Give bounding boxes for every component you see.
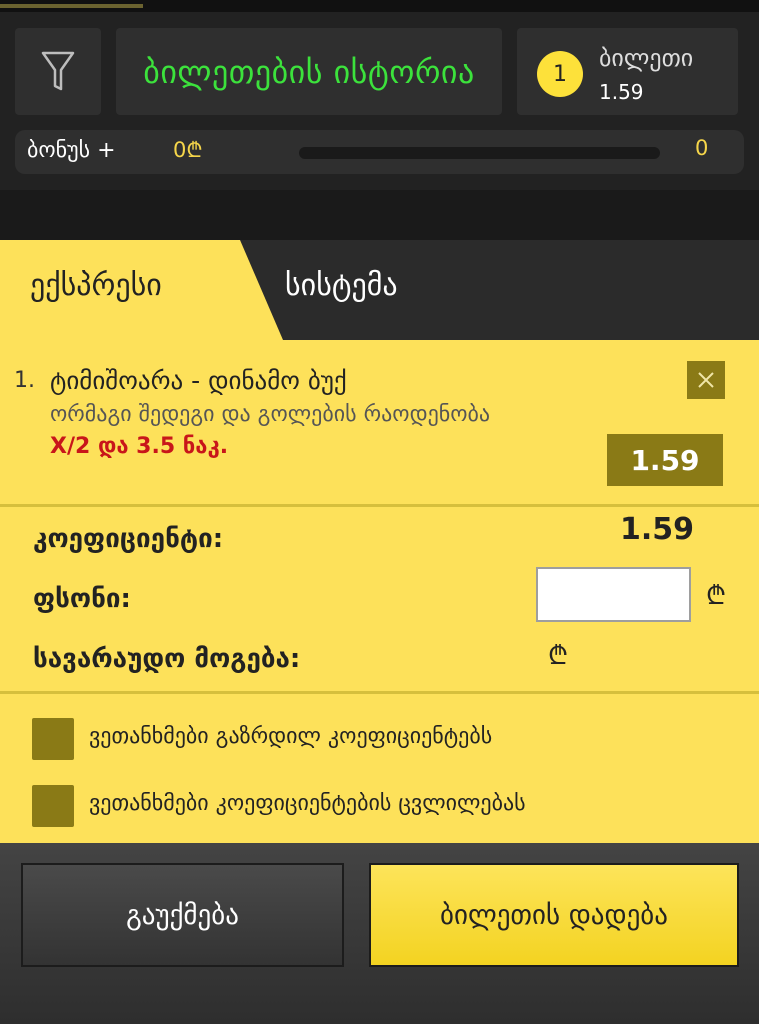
ticket-summary-button[interactable]: 1 ბილეთი 1.59 bbox=[517, 28, 738, 115]
header: ბილეთების ისტორია 1 ბილეთი 1.59 ბონუს + … bbox=[0, 12, 759, 190]
footer-actions: გაუქმება ბილეთის დადება bbox=[0, 843, 759, 1024]
divider bbox=[0, 504, 759, 507]
potential-win-label: სავარაუდო მოგება: bbox=[33, 644, 301, 674]
bet-market-name: ორმაგი შედეგი და გოლების რაოდენობა bbox=[50, 402, 491, 427]
ticket-label: ბილეთი bbox=[599, 44, 694, 72]
ticket-odds: 1.59 bbox=[599, 80, 644, 104]
bonus-amount: 0₾ bbox=[173, 138, 203, 162]
funnel-icon bbox=[41, 51, 75, 90]
divider bbox=[0, 691, 759, 694]
potential-currency-icon: ₾ bbox=[548, 641, 569, 671]
bet-odds-box: 1.59 bbox=[607, 434, 723, 486]
place-bet-button[interactable]: ბილეთის დადება bbox=[369, 863, 739, 967]
close-icon bbox=[698, 372, 714, 388]
tab-express[interactable]: ექსპრესი bbox=[0, 240, 283, 340]
top-progress-line bbox=[0, 0, 759, 12]
bet-slip-panel: 1. ტიმიშოარა - დინამო ბუქ ორმაგი შედეგი … bbox=[0, 340, 759, 843]
stake-label: ფსონი: bbox=[33, 584, 131, 614]
accept-odds-changes-label: ვეთანხმები კოეფიციენტების ცვლილებას bbox=[89, 791, 526, 816]
accept-increased-odds-checkbox[interactable] bbox=[32, 718, 74, 760]
bet-item-number: 1. bbox=[14, 368, 35, 393]
accept-odds-changes-checkbox[interactable] bbox=[32, 785, 74, 827]
top-progress-accent bbox=[0, 4, 143, 8]
filter-button[interactable] bbox=[15, 28, 101, 115]
bet-selection: X/2 და 3.5 ნაკ. bbox=[50, 434, 229, 459]
coefficient-label: კოეფიციენტი: bbox=[33, 524, 224, 554]
bet-match-name: ტიმიშოარა - დინამო ბუქ bbox=[50, 366, 347, 395]
cancel-button[interactable]: გაუქმება bbox=[21, 863, 344, 967]
coefficient-value: 1.59 bbox=[620, 512, 695, 547]
remove-bet-button[interactable] bbox=[687, 361, 725, 399]
ticket-history-label: ბილეთების ისტორია bbox=[143, 52, 475, 91]
bonus-bar[interactable]: ბონუს + 0₾ 0 bbox=[15, 130, 744, 174]
ticket-count-badge: 1 bbox=[537, 51, 583, 97]
tab-express-label: ექსპრესი bbox=[30, 268, 162, 303]
bonus-label: ბონუს + bbox=[27, 138, 116, 163]
accept-increased-odds-label: ვეთანხმები გაზრდილ კოეფიციენტებს bbox=[89, 724, 493, 749]
stake-input[interactable] bbox=[536, 567, 691, 622]
bonus-count: 0 bbox=[695, 136, 709, 160]
bonus-progress-bar bbox=[299, 147, 660, 159]
ticket-history-button[interactable]: ბილეთების ისტორია bbox=[116, 28, 502, 115]
bet-type-tabs: ექსპრესი სისტემა bbox=[0, 240, 759, 340]
tab-system-label: სისტემა bbox=[285, 268, 398, 303]
stake-currency-icon: ₾ bbox=[706, 581, 727, 611]
